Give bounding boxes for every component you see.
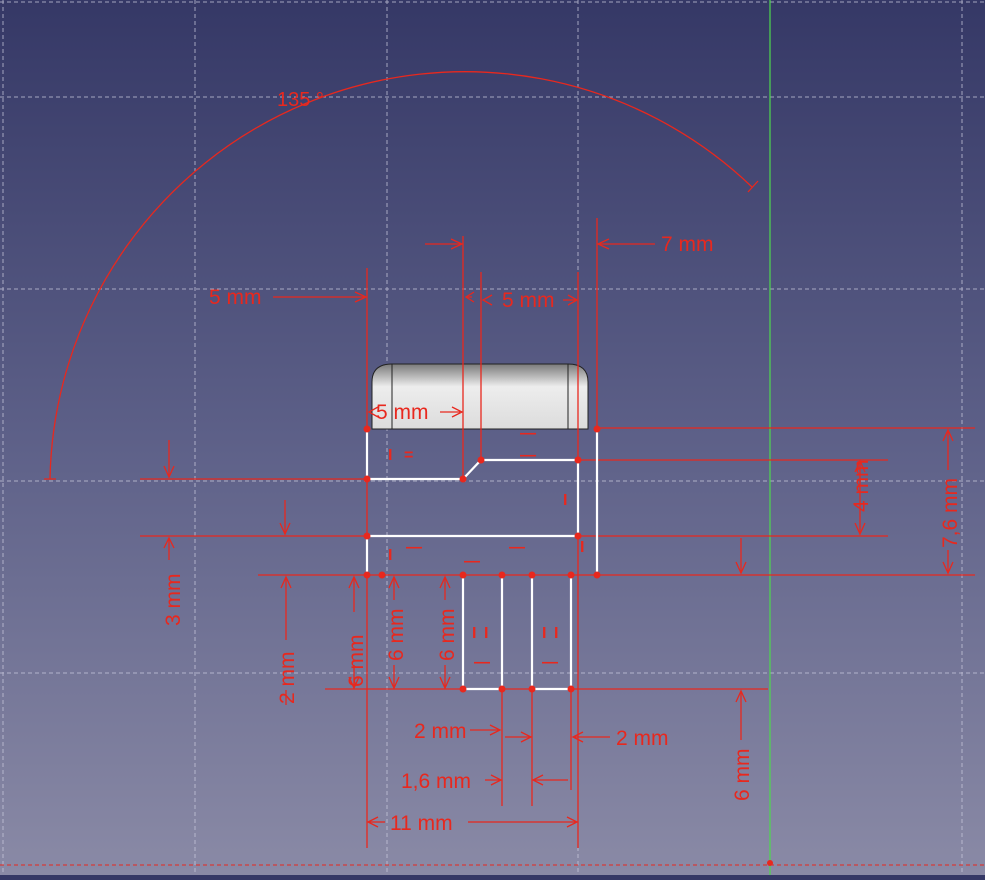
svg-text:I: I [580, 539, 584, 556]
dim-v-6mm-b[interactable]: 6 mm [385, 609, 408, 662]
dimension-lines [140, 218, 975, 848]
svg-text:—: — [474, 654, 490, 671]
dim-bottom-2mm-b[interactable]: 2 mm [616, 727, 669, 750]
svg-text:I: I [388, 547, 392, 564]
dim-right-4mm[interactable]: 4 mm [850, 460, 873, 513]
svg-text:I: I [554, 625, 558, 642]
sketch-grid [0, 0, 985, 875]
dim-bottom-1-6mm[interactable]: 1,6 mm [401, 770, 471, 793]
svg-text:I: I [388, 447, 392, 464]
dim-right-7-6mm[interactable]: 7,6 mm [939, 478, 962, 548]
dim-left-2mm[interactable]: 2 mm [276, 652, 299, 705]
dim-inner-5mm[interactable]: 5 mm [376, 401, 429, 424]
constraint-marks: I = — — I I — — — I I I I I — — [388, 425, 584, 671]
svg-text:I: I [563, 492, 567, 509]
dim-bottom-2mm-a[interactable]: 2 mm [414, 720, 467, 743]
dim-left-3mm[interactable]: 3 mm [162, 574, 185, 627]
svg-text:I: I [472, 625, 476, 642]
sketch-canvas[interactable]: 135 ° I = — — I I — — — I I I I I — — 5 … [0, 0, 985, 875]
svg-text:I: I [542, 625, 546, 642]
dim-top-left-5mm[interactable]: 5 mm [209, 286, 262, 309]
svg-text:I: I [484, 625, 488, 642]
svg-text:—: — [520, 447, 536, 464]
origin-point[interactable] [767, 860, 773, 866]
dim-right-6mm[interactable]: 6 mm [731, 749, 754, 802]
svg-text:—: — [406, 539, 422, 556]
svg-text:=: = [404, 447, 413, 464]
sketch-viewport[interactable]: 135 ° I = — — I I — — — I I I I I — — 5 … [0, 0, 985, 875]
dim-top-right-7mm[interactable]: 7 mm [661, 233, 714, 256]
dim-v-6mm-a[interactable]: 6 mm [345, 635, 368, 688]
svg-text:—: — [520, 425, 536, 442]
dimension-labels: 5 mm 5 mm 7 mm 5 mm 2 mm 2 mm 1,6 mm 11 … [162, 233, 962, 835]
svg-text:—: — [542, 654, 558, 671]
svg-text:—: — [509, 539, 525, 556]
dim-v-6mm-c[interactable]: 6 mm [436, 609, 459, 662]
angle-label[interactable]: 135 ° [277, 89, 324, 111]
dim-bottom-11mm[interactable]: 11 mm [390, 812, 453, 835]
svg-text:—: — [464, 553, 480, 570]
dim-top-mid-5mm[interactable]: 5 mm [502, 289, 555, 312]
